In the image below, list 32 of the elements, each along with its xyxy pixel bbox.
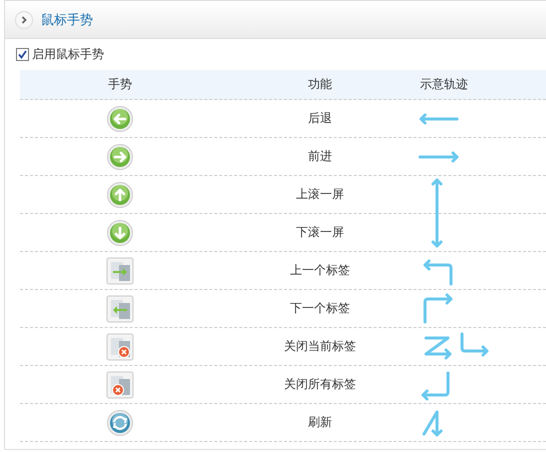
trail-arrow — [420, 114, 458, 124]
trail-arrow — [422, 410, 442, 436]
tab-close-icon — [106, 332, 134, 360]
column-header: 手势 — [107, 76, 133, 93]
panel-title: 鼠标手势 — [41, 12, 93, 28]
function-label: 后退 — [307, 110, 333, 127]
refresh-icon — [107, 410, 133, 436]
chevron-icon — [15, 10, 33, 28]
function-label: 关闭所有标签 — [283, 376, 357, 393]
checkbox-label[interactable]: 启用鼠标手势 — [32, 46, 104, 63]
trail-arrow — [432, 214, 442, 248]
function-label: 下一个标签 — [289, 300, 351, 317]
column-header: 示意轨迹 — [420, 76, 469, 93]
tabs-close-icon — [106, 370, 134, 398]
trail-arrow — [422, 372, 450, 400]
function-label: 关闭当前标签 — [283, 338, 357, 355]
trail-arrow — [424, 260, 452, 286]
function-label: 前进 — [307, 148, 333, 165]
function-label: 下滚一屏 — [295, 224, 345, 241]
function-label: 上滚一屏 — [295, 186, 345, 203]
function-label: 刷新 — [307, 414, 333, 431]
up-arrow-icon — [107, 182, 133, 208]
trail-arrow — [418, 152, 458, 162]
down-arrow-icon — [107, 220, 133, 246]
function-label: 上一个标签 — [289, 262, 351, 279]
forward-arrow-icon — [107, 144, 133, 170]
checkbox[interactable] — [16, 48, 29, 61]
trail-arrow — [432, 178, 442, 214]
trail-arrow — [424, 332, 488, 360]
trail-arrow — [424, 294, 452, 324]
back-arrow-icon — [107, 106, 133, 132]
column-header: 功能 — [307, 76, 333, 93]
